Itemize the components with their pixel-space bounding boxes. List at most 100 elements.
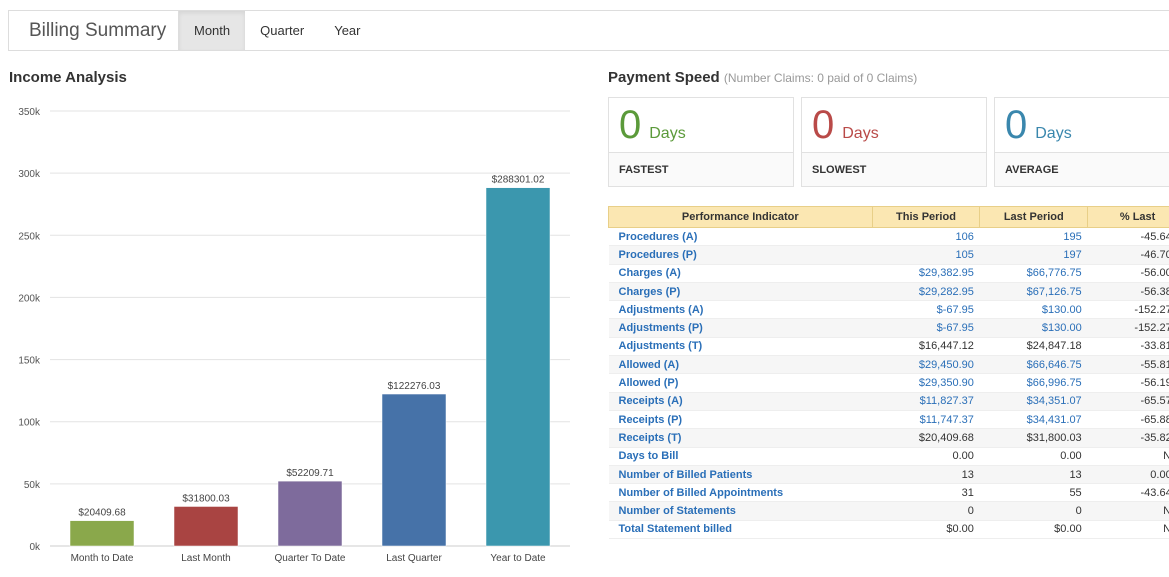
fastest-value: 0 — [619, 103, 642, 147]
percent-last-value: N/A — [1087, 501, 1169, 521]
last-period-value: $0.00 — [979, 520, 1088, 540]
fastest-unit: Days — [649, 125, 686, 142]
bar — [277, 480, 343, 547]
indicator-name[interactable]: Receipts (A) — [608, 392, 873, 411]
this-period-value[interactable]: $29,450.90 — [872, 355, 980, 375]
performance-table-body: Procedures (A)106195-45.64%Procedures (P… — [608, 227, 1169, 540]
average-card: 0 Days AVERAGE — [994, 97, 1169, 187]
data-label: $52209.71 — [286, 468, 334, 479]
last-period-value[interactable]: $34,431.07 — [979, 410, 1088, 430]
indicator-name[interactable]: Adjustments (P) — [608, 318, 873, 338]
tab-year[interactable]: Year — [319, 11, 375, 50]
income-bar-chart: 0k 50k 100k 150k 200k 250k 300k 350k $20409.68 Mo… — [18, 107, 570, 564]
slowest-value-row: 0 Days — [802, 98, 986, 153]
indicator-name[interactable]: Number of Billed Patients — [608, 465, 873, 485]
last-period-value[interactable]: $66,776.75 — [979, 264, 1088, 283]
header-performance-indicator[interactable]: Performance Indicator — [608, 206, 873, 228]
last-period-value: 55 — [979, 483, 1088, 503]
y-tick-label: 50k — [24, 480, 41, 491]
indicator-name[interactable]: Procedures (A) — [608, 227, 873, 247]
slowest-value: 0 — [812, 103, 835, 147]
y-tick-label: 350k — [18, 107, 41, 118]
x-tick-label: Last Quarter — [386, 553, 442, 564]
indicator-name[interactable]: Receipts (T) — [608, 428, 873, 448]
this-period-value[interactable]: 105 — [872, 245, 980, 265]
this-period-value[interactable]: $-67.95 — [872, 300, 980, 320]
average-value: 0 — [1005, 103, 1028, 147]
this-period-value[interactable]: $29,350.90 — [872, 373, 980, 393]
header-this-period[interactable]: This Period — [871, 206, 981, 228]
indicator-name[interactable]: Allowed (A) — [608, 355, 873, 375]
indicator-name[interactable]: Number of Statements — [608, 501, 873, 521]
this-period-value[interactable]: $-67.95 — [872, 318, 980, 338]
bar — [69, 520, 135, 547]
indicator-name[interactable]: Allowed (P) — [608, 373, 873, 393]
last-period-value[interactable]: $34,351.07 — [979, 392, 1088, 411]
indicator-name[interactable]: Total Statement billed — [608, 520, 873, 540]
data-label: $31800.03 — [182, 493, 230, 504]
indicator-name[interactable]: Adjustments (A) — [608, 300, 873, 320]
table-row: Procedures (A)106195-45.64% — [608, 227, 1169, 247]
percent-last-value: N/A — [1087, 447, 1169, 466]
indicator-name[interactable]: Days to Bill — [608, 447, 873, 466]
slowest-unit: Days — [842, 125, 879, 142]
table-row: Receipts (A)$11,827.37$34,351.07-65.57% — [608, 392, 1169, 411]
average-label: AVERAGE — [1005, 164, 1059, 176]
y-tick-label: 250k — [18, 231, 41, 242]
this-period-value: 0 — [872, 501, 980, 521]
table-row: Number of Statements00N/A — [608, 501, 1169, 521]
last-period-value[interactable]: $130.00 — [979, 318, 1088, 338]
header-last-period[interactable]: Last Period — [979, 206, 1089, 228]
last-period-value[interactable]: $66,646.75 — [979, 355, 1088, 375]
percent-last-value: -56.38% — [1087, 282, 1169, 302]
table-row: Total Statement billed$0.00$0.00N/A — [608, 520, 1169, 540]
this-period-value[interactable]: $29,382.95 — [872, 264, 980, 283]
x-tick-label: Last Month — [181, 553, 230, 564]
data-label: $20409.68 — [78, 508, 126, 519]
last-period-value[interactable]: $130.00 — [979, 300, 1088, 320]
last-period-value[interactable]: $66,996.75 — [979, 373, 1088, 393]
y-tick-label: 200k — [18, 293, 41, 304]
this-period-value[interactable]: $29,282.95 — [872, 282, 980, 302]
last-period-value: 0.00 — [979, 447, 1088, 466]
bar — [381, 393, 447, 547]
last-period-value[interactable]: 195 — [979, 227, 1088, 247]
this-period-value[interactable]: $11,747.37 — [872, 410, 980, 430]
this-period-value[interactable]: 106 — [872, 227, 980, 247]
indicator-name[interactable]: Number of Billed Appointments — [608, 483, 873, 503]
table-row: Adjustments (T) $16,447.12 $24,847.18 -33.8… — [608, 337, 1169, 357]
percent-last-value: -45.64% — [1087, 227, 1169, 247]
percent-last-value: -33.81% — [1087, 337, 1169, 357]
average-unit: Days — [1035, 125, 1072, 142]
tab-quarter[interactable]: Quarter — [245, 11, 319, 50]
indicator-name[interactable]: Procedures (P) — [608, 245, 873, 265]
indicator-name[interactable]: Receipts (P) — [608, 410, 873, 430]
header-percent-last[interactable]: % Last — [1087, 206, 1169, 228]
table-row: Charges (A)$29,382.95$66,776.75-56.00% — [608, 264, 1169, 283]
table-row: Adjustments (P)$-67.95$130.00-152.27% — [608, 318, 1169, 338]
indicator-name[interactable]: Charges (P) — [608, 282, 873, 302]
this-period-value: 13 — [872, 465, 980, 485]
tab-month[interactable]: Month — [179, 11, 246, 50]
table-row: Procedures (P)105197-46.70% — [608, 245, 1169, 265]
table-row: Days to Bill0.000.00N/A — [608, 447, 1169, 466]
last-period-value[interactable]: $67,126.75 — [979, 282, 1088, 302]
indicator-name[interactable]: Adjustments (T) — [608, 337, 873, 357]
percent-last-value: -56.19% — [1087, 373, 1169, 393]
bar — [485, 187, 551, 547]
indicator-name[interactable]: Charges (A) — [608, 264, 873, 283]
percent-last-value: -56.00% — [1087, 264, 1169, 283]
y-tick-label: 0k — [29, 542, 41, 553]
percent-last-value: N/A — [1087, 520, 1169, 540]
percent-last-value: -55.81% — [1087, 355, 1169, 375]
performance-header-row: Performance Indicator This Period Last P… — [608, 206, 1169, 228]
bar — [173, 506, 239, 547]
percent-last-value: -46.70% — [1087, 245, 1169, 265]
percent-last-value: -65.88% — [1087, 410, 1169, 430]
last-period-value[interactable]: 197 — [979, 245, 1088, 265]
page-title: Billing Summary — [9, 11, 179, 50]
this-period-value[interactable]: $11,827.37 — [872, 392, 980, 411]
this-period-value: $0.00 — [872, 520, 980, 540]
percent-last-value: -152.27% — [1087, 318, 1169, 338]
payment-speed-subtitle: (Number Claims: 0 paid of 0 Claims) — [723, 71, 918, 85]
